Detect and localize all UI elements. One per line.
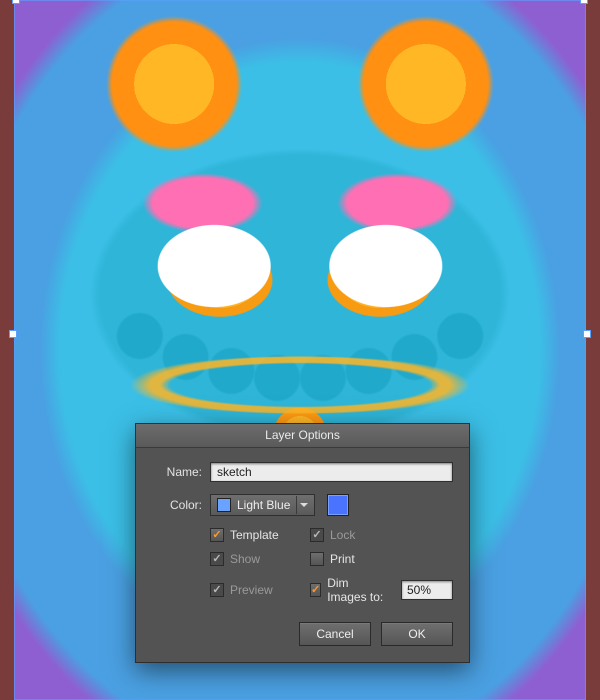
lock-label: Lock — [330, 528, 355, 542]
layer-options-dialog: Layer Options Name: Color: Light Blue Te… — [135, 423, 470, 663]
checkbox-icon — [310, 552, 324, 566]
cancel-button[interactable]: Cancel — [299, 622, 371, 646]
dim-images-checkbox[interactable]: Dim Images to: — [310, 576, 453, 604]
checkbox-icon — [210, 528, 224, 542]
dialog-body: Name: Color: Light Blue Template Lock — [136, 448, 469, 662]
dialog-title: Layer Options — [265, 428, 340, 442]
print-label: Print — [330, 552, 355, 566]
checkbox-icon — [210, 583, 224, 597]
dialog-titlebar[interactable]: Layer Options — [136, 424, 469, 448]
color-select-value: Light Blue — [237, 498, 290, 512]
template-checkbox[interactable]: Template — [210, 528, 302, 542]
preview-checkbox: Preview — [210, 583, 302, 597]
checkbox-icon — [310, 528, 324, 542]
color-select[interactable]: Light Blue — [210, 494, 315, 516]
lock-checkbox: Lock — [310, 528, 453, 542]
chevron-down-icon — [296, 496, 310, 514]
dim-images-input[interactable] — [401, 580, 453, 600]
show-checkbox: Show — [210, 552, 302, 566]
name-input[interactable] — [210, 462, 453, 482]
name-label: Name: — [152, 465, 202, 479]
color-swatch[interactable] — [327, 494, 349, 516]
color-select-swatch-icon — [217, 498, 231, 512]
dialog-buttons: Cancel OK — [152, 622, 453, 646]
color-label: Color: — [152, 498, 202, 512]
checkbox-icon — [310, 583, 321, 597]
template-label: Template — [230, 528, 279, 542]
print-checkbox[interactable]: Print — [310, 552, 453, 566]
show-label: Show — [230, 552, 260, 566]
row-name: Name: — [152, 462, 453, 482]
checkbox-icon — [210, 552, 224, 566]
checkbox-grid: Template Lock Show Print Preview Dim Ima — [210, 528, 453, 604]
preview-label: Preview — [230, 583, 273, 597]
row-color: Color: Light Blue — [152, 494, 453, 516]
dim-images-label: Dim Images to: — [327, 576, 389, 604]
ok-button[interactable]: OK — [381, 622, 453, 646]
